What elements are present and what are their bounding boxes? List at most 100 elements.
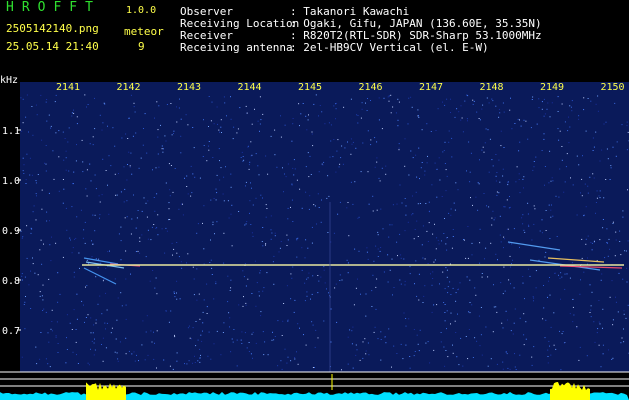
noise-dot xyxy=(328,195,330,197)
noise-dot xyxy=(455,332,457,333)
noise-dot xyxy=(576,326,578,328)
noise-dot xyxy=(161,145,163,147)
noise-dot xyxy=(110,332,112,334)
noise-dot xyxy=(528,224,529,226)
noise-dot xyxy=(502,368,504,370)
noise-dot xyxy=(199,177,201,179)
noise-dot xyxy=(230,186,232,188)
noise-dot xyxy=(135,251,137,252)
noise-dot xyxy=(543,307,545,309)
noise-dot xyxy=(383,97,385,99)
noise-dot xyxy=(39,291,41,293)
noise-dot xyxy=(417,203,419,205)
noise-dot xyxy=(245,304,247,306)
noise-dot xyxy=(481,108,483,110)
noise-dot xyxy=(392,294,393,296)
noise-dot xyxy=(488,206,490,208)
noise-dot xyxy=(216,192,218,194)
noise-dot xyxy=(208,96,210,97)
noise-dot xyxy=(431,284,433,286)
noise-dot xyxy=(233,329,235,330)
noise-dot xyxy=(456,356,458,358)
noise-dot xyxy=(476,111,478,113)
noise-dot xyxy=(104,103,106,105)
noise-dot xyxy=(480,307,482,308)
noise-dot xyxy=(101,194,103,196)
noise-dot xyxy=(626,281,628,283)
noise-dot xyxy=(521,217,523,219)
noise-dot xyxy=(312,275,314,277)
noise-dot xyxy=(306,278,308,280)
noise-dot xyxy=(49,244,51,246)
noise-dot xyxy=(452,287,454,289)
noise-dot xyxy=(293,311,295,313)
noise-dot xyxy=(590,316,592,318)
noise-dot xyxy=(560,298,561,300)
noise-dot xyxy=(417,343,419,345)
noise-dot xyxy=(220,126,222,128)
noise-dot xyxy=(47,363,49,365)
noise-dot xyxy=(134,111,136,113)
noise-dot xyxy=(245,181,247,183)
noise-dot xyxy=(220,354,222,356)
noise-dot xyxy=(131,353,133,355)
noise-dot xyxy=(69,322,71,324)
noise-dot xyxy=(262,331,264,333)
noise-dot xyxy=(165,227,167,229)
noise-dot xyxy=(255,342,257,344)
noise-dot xyxy=(596,197,598,199)
noise-dot xyxy=(478,183,480,185)
noise-dot xyxy=(310,174,312,175)
noise-dot xyxy=(569,126,571,128)
noise-dot xyxy=(513,228,515,230)
noise-dot xyxy=(432,271,434,273)
noise-dot xyxy=(245,285,247,287)
noise-dot xyxy=(444,312,446,313)
noise-dot xyxy=(248,168,250,170)
noise-dot xyxy=(578,115,580,117)
noise-dot xyxy=(508,207,510,209)
noise-dot xyxy=(589,176,591,178)
noise-dot xyxy=(155,277,157,279)
noise-dot xyxy=(196,299,198,301)
noise-dot xyxy=(581,195,583,197)
noise-dot xyxy=(368,203,370,205)
noise-dot xyxy=(332,156,334,158)
noise-dot xyxy=(172,368,174,370)
noise-dot xyxy=(221,132,222,133)
noise-dot xyxy=(262,245,264,247)
noise-dot xyxy=(312,145,314,147)
y-tick-label: 0.8 xyxy=(2,276,20,287)
noise-dot xyxy=(154,117,155,119)
noise-dot xyxy=(139,240,141,242)
noise-dot xyxy=(87,362,89,364)
noise-dot xyxy=(337,213,339,215)
noise-dot xyxy=(435,130,437,131)
noise-dot xyxy=(303,334,304,336)
noise-dot xyxy=(216,330,218,332)
noise-dot xyxy=(599,239,601,241)
noise-dot xyxy=(290,273,292,275)
noise-dot xyxy=(583,214,585,216)
noise-dot xyxy=(125,278,127,280)
info-antenna-key: Receiving antenna xyxy=(180,41,293,54)
noise-dot xyxy=(311,133,313,135)
noise-dot xyxy=(187,253,189,255)
x-tick-label: 2144 xyxy=(237,82,261,93)
noise-dot xyxy=(441,196,443,197)
noise-dot xyxy=(380,331,382,333)
noise-dot xyxy=(265,204,267,206)
noise-dot xyxy=(495,306,497,308)
noise-dot xyxy=(339,201,341,203)
noise-dot xyxy=(28,284,30,286)
noise-dot xyxy=(456,108,458,110)
noise-dot xyxy=(329,156,331,158)
noise-dot xyxy=(202,330,203,332)
noise-dot xyxy=(65,157,67,159)
noise-dot xyxy=(178,208,180,210)
noise-dot xyxy=(415,191,417,193)
noise-dot xyxy=(389,224,391,226)
noise-dot xyxy=(552,215,554,217)
noise-dot xyxy=(548,204,550,206)
noise-dot xyxy=(63,188,65,190)
